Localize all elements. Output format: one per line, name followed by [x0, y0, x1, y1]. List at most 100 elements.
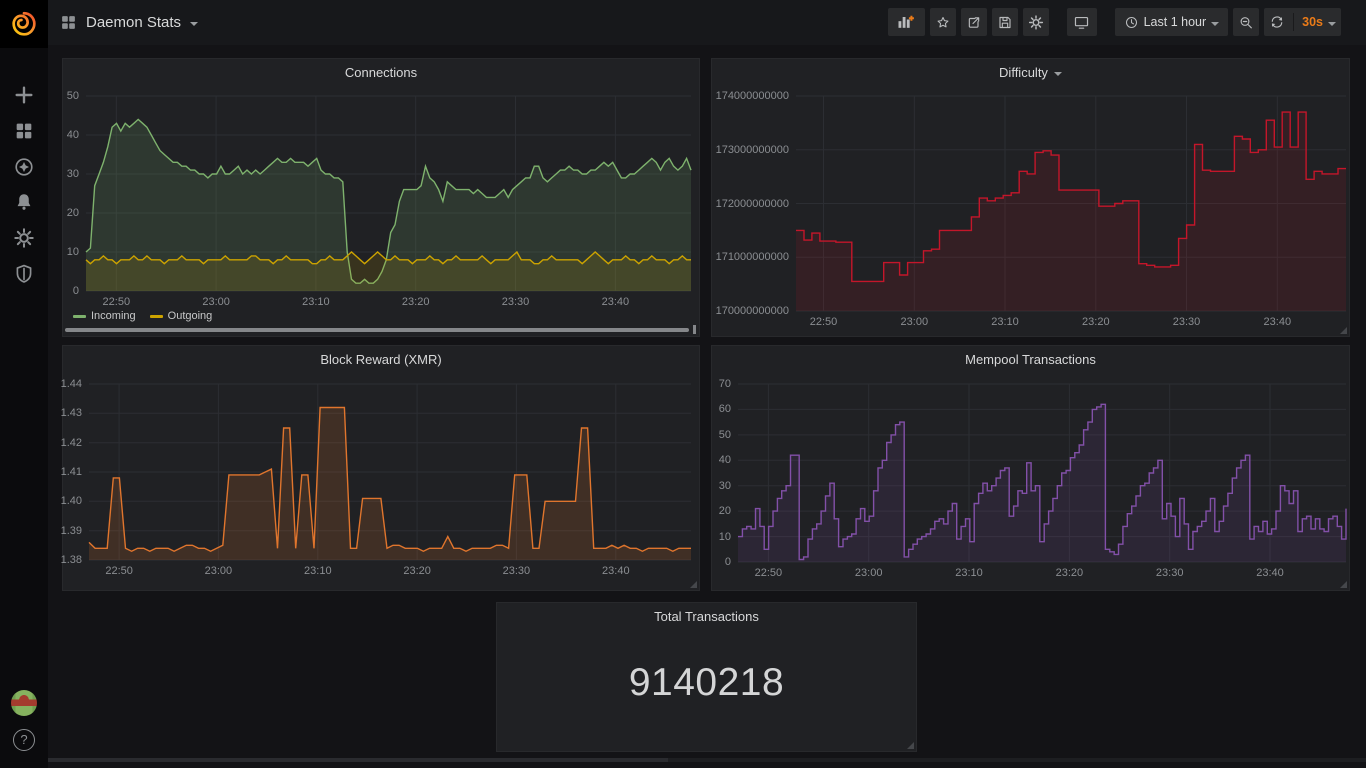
- panel-resize-handle[interactable]: [1340, 581, 1347, 588]
- star-button[interactable]: [930, 8, 956, 36]
- grafana-logo-icon[interactable]: [0, 0, 48, 48]
- y-axis-label: 1.38: [61, 554, 82, 566]
- x-axis-label: 22:50: [810, 316, 838, 328]
- plus-icon: [13, 84, 35, 106]
- connections-chart[interactable]: 0102030405022:5023:0023:1023:2023:3023:4…: [86, 96, 691, 291]
- refresh-icon: [1269, 14, 1285, 30]
- x-axis-label: 23:40: [1256, 567, 1284, 579]
- stat-value: 9140218: [497, 661, 916, 705]
- sidebar-item-dashboards[interactable]: [0, 116, 48, 146]
- panel-horizontal-scrollbar[interactable]: [65, 328, 689, 332]
- panel-title-mempool[interactable]: Mempool Transactions: [712, 346, 1349, 372]
- y-axis-label: 1.42: [61, 437, 82, 449]
- y-axis-label: 1.41: [61, 466, 82, 478]
- compass-icon: [13, 156, 35, 178]
- x-axis-label: 23:30: [503, 565, 531, 577]
- x-axis-label: 23:00: [901, 316, 929, 328]
- panel-mempool: Mempool Transactions 01020304050607022:5…: [711, 345, 1350, 591]
- y-axis-label: 1.40: [61, 495, 82, 507]
- x-axis-label: 23:40: [602, 296, 630, 308]
- chevron-down-icon: [1211, 22, 1219, 26]
- chevron-down-icon: [1328, 22, 1336, 26]
- mempool-chart[interactable]: 01020304050607022:5023:0023:1023:2023:30…: [738, 384, 1346, 562]
- x-axis-label: 23:00: [202, 296, 230, 308]
- series-color-swatch: [73, 315, 86, 318]
- refresh-picker[interactable]: 30s: [1264, 8, 1341, 36]
- x-axis-label: 23:20: [403, 565, 431, 577]
- y-axis-label: 30: [719, 480, 731, 492]
- panel-resize-handle[interactable]: [690, 581, 697, 588]
- panel-resize-handle[interactable]: [907, 742, 914, 749]
- time-range-label: Last 1 hour: [1144, 15, 1207, 29]
- x-axis-label: 23:40: [1264, 316, 1292, 328]
- panel-resize-handle[interactable]: [1340, 327, 1347, 334]
- zoom-out-button[interactable]: [1233, 8, 1259, 36]
- settings-button[interactable]: [1023, 8, 1049, 36]
- legend-item-incoming[interactable]: Incoming: [73, 310, 136, 322]
- x-axis-label: 23:10: [955, 567, 983, 579]
- grafana-app: ? Daemon Stats: [0, 0, 1366, 768]
- sidebar-item-alerting[interactable]: [0, 187, 48, 217]
- x-axis-label: 23:30: [1173, 316, 1201, 328]
- x-axis-label: 23:00: [855, 567, 883, 579]
- y-axis-label: 1.43: [61, 407, 82, 419]
- panel-scrollbar-end[interactable]: [693, 325, 696, 334]
- share-icon: [966, 14, 982, 31]
- y-axis-label: 50: [719, 429, 731, 441]
- user-avatar[interactable]: [11, 690, 37, 716]
- difficulty-chart[interactable]: 1700000000001710000000001720000000001730…: [796, 96, 1346, 311]
- shield-icon: [13, 263, 35, 285]
- cycle-view-button[interactable]: [1067, 8, 1097, 36]
- page-scrollbar-thumb[interactable]: [48, 758, 668, 762]
- y-axis-label: 50: [67, 90, 79, 102]
- x-axis-label: 22:50: [755, 567, 783, 579]
- y-axis-label: 10: [67, 246, 79, 258]
- y-axis-label: 40: [719, 454, 731, 466]
- y-axis-label: 60: [719, 403, 731, 415]
- x-axis-label: 23:10: [304, 565, 332, 577]
- x-axis-label: 23:20: [1056, 567, 1084, 579]
- share-button[interactable]: [961, 8, 987, 36]
- panel-title-total-transactions[interactable]: Total Transactions: [497, 603, 916, 629]
- gear-icon: [1028, 14, 1044, 31]
- top-nav: Daemon Stats: [48, 0, 1366, 45]
- sidebar-item-configuration[interactable]: [0, 223, 48, 253]
- y-axis-label: 0: [73, 285, 79, 297]
- save-icon: [997, 14, 1013, 31]
- legend-item-outgoing[interactable]: Outgoing: [150, 310, 213, 322]
- apps-grid-icon: [13, 120, 35, 142]
- panel-connections: Connections 0102030405022:5023:0023:1023…: [62, 58, 700, 337]
- sidebar: ?: [0, 0, 48, 768]
- add-panel-icon: [895, 12, 917, 32]
- x-axis-label: 23:00: [205, 565, 233, 577]
- y-axis-label: 10: [719, 531, 731, 543]
- x-axis-label: 23:10: [991, 316, 1019, 328]
- y-axis-label: 70: [719, 378, 731, 390]
- y-axis-label: 30: [67, 168, 79, 180]
- save-button[interactable]: [992, 8, 1018, 36]
- help-icon[interactable]: ?: [13, 729, 35, 751]
- x-axis-label: 22:50: [103, 296, 131, 308]
- y-axis-label: 20: [719, 505, 731, 517]
- gear-icon: [13, 227, 35, 249]
- clock-icon: [1124, 15, 1139, 30]
- block-reward-chart[interactable]: 1.381.391.401.411.421.431.4422:5023:0023…: [89, 384, 691, 560]
- x-axis-label: 23:30: [1156, 567, 1184, 579]
- legend: Incoming Outgoing: [73, 310, 212, 322]
- time-range-picker[interactable]: Last 1 hour: [1115, 8, 1229, 36]
- chevron-down-icon: [190, 22, 198, 26]
- panel-title-block-reward[interactable]: Block Reward (XMR): [63, 346, 699, 372]
- y-axis-label: 20: [67, 207, 79, 219]
- sidebar-item-create[interactable]: [0, 80, 48, 110]
- dashboard-title: Daemon Stats: [86, 14, 181, 31]
- add-panel-button[interactable]: [888, 8, 925, 36]
- y-axis-label: 1.44: [61, 378, 82, 390]
- panel-title-difficulty[interactable]: Difficulty: [712, 59, 1349, 85]
- bell-icon: [13, 191, 35, 213]
- y-axis-label: 173000000000: [716, 144, 789, 156]
- sidebar-item-explore[interactable]: [0, 152, 48, 182]
- star-icon: [935, 14, 951, 31]
- dashboard-picker[interactable]: Daemon Stats: [60, 0, 198, 45]
- sidebar-item-server-admin[interactable]: [0, 259, 48, 289]
- panel-title-connections[interactable]: Connections: [63, 59, 699, 85]
